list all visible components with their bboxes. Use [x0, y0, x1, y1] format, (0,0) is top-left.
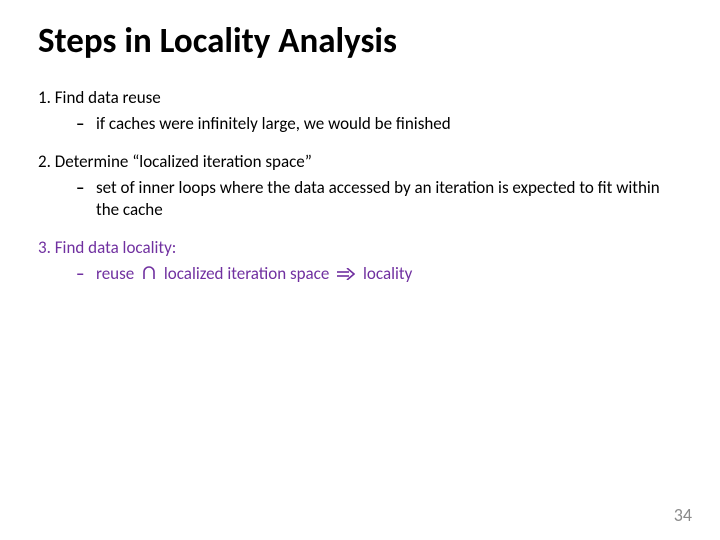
list-item: – set of inner loops where the data acce… — [76, 177, 682, 221]
step-1-sub: – if caches were infinitely large, we wo… — [76, 113, 682, 135]
list-item: – if caches were infinitely large, we wo… — [76, 113, 682, 135]
step-3-term-locality: locality — [363, 263, 412, 284]
step-3-sub: – reuse localized iteration space — [76, 263, 682, 286]
bullet-dash-icon: – — [76, 263, 96, 284]
step-3-term-reuse: reuse — [96, 263, 134, 284]
step-1-head: 1. Find data reuse — [38, 87, 161, 108]
bullet-dash-icon: – — [76, 177, 96, 198]
page-number: 34 — [674, 504, 692, 526]
step-1: 1. Find data reuse — [38, 87, 682, 109]
step-2: 2. Determine “localized iteration space” — [38, 151, 682, 173]
slide-title: Steps in Locality Analysis — [38, 22, 682, 61]
slide-body: 1. Find data reuse – if caches were infi… — [38, 87, 682, 287]
slide: Steps in Locality Analysis 1. Find data … — [0, 0, 720, 540]
intersect-icon — [142, 264, 156, 286]
step-2-head: 2. Determine “localized iteration space” — [38, 151, 312, 172]
step-3: 3. Find data locality: — [38, 237, 682, 259]
step-3-term-space: localized iteration space — [164, 263, 329, 284]
list-item: – reuse localized iteration space — [76, 263, 682, 286]
step-2-bullet-1: set of inner loops where the data access… — [96, 177, 682, 221]
step-1-bullet-1: if caches were infinitely large, we woul… — [96, 113, 682, 135]
step-2-sub: – set of inner loops where the data acce… — [76, 177, 682, 221]
implies-icon — [337, 264, 355, 286]
step-3-head: 3. Find data locality: — [38, 237, 176, 258]
step-3-bullet-1: reuse localized iteration space — [96, 263, 682, 286]
bullet-dash-icon: – — [76, 113, 96, 134]
